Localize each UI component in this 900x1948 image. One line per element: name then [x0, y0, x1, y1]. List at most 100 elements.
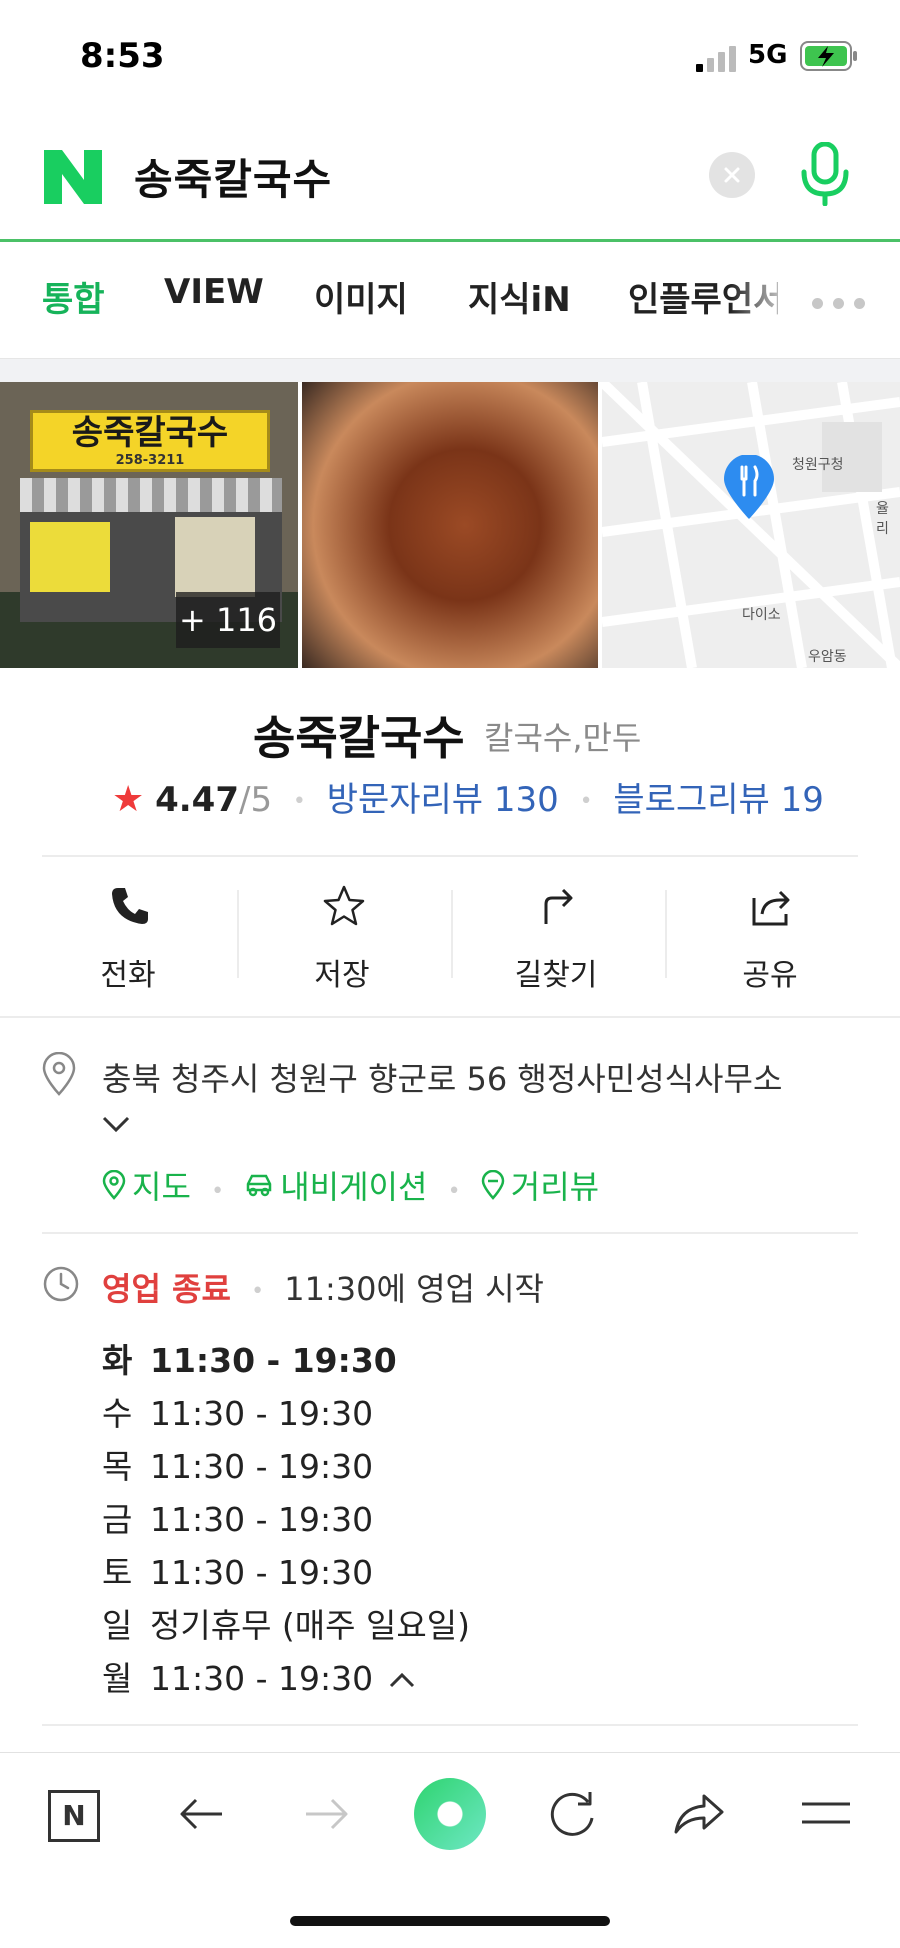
rating-max: /5	[238, 780, 273, 820]
hours-row: 목 11:30 - 19:30	[102, 1440, 373, 1488]
network-type: 5G	[748, 40, 788, 70]
share-arrow-icon[interactable]	[672, 1790, 726, 1836]
hours-day: 일	[102, 1606, 133, 1645]
hours-time: 11:30 - 19:30	[150, 1659, 374, 1698]
street-view-link[interactable]: 거리뷰	[481, 1162, 599, 1208]
car-icon	[246, 1174, 272, 1197]
share-icon	[752, 890, 790, 926]
battery-charging-icon	[800, 41, 857, 71]
hours-day: 목	[102, 1447, 133, 1486]
visitor-reviews-link[interactable]: 방문자리뷰 130	[327, 780, 559, 820]
chevron-down-icon[interactable]	[100, 1112, 132, 1136]
dot-separator: •	[292, 789, 306, 814]
microphone-icon[interactable]	[798, 142, 852, 206]
hours-row: 월 11:30 - 19:30	[102, 1652, 417, 1700]
blog-reviews-link[interactable]: 블로그리뷰 19	[613, 780, 823, 820]
clear-search-button[interactable]	[709, 152, 755, 198]
navigation-link[interactable]: 내비게이션	[244, 1162, 427, 1208]
hours-day: 토	[102, 1553, 133, 1592]
section-divider	[0, 358, 900, 382]
signal-icon	[696, 46, 736, 72]
naver-home-button[interactable]: N	[48, 1790, 100, 1842]
naver-logo-icon[interactable]	[44, 150, 102, 204]
pin-outline-icon	[102, 1170, 126, 1200]
green-dot-button[interactable]	[414, 1778, 486, 1850]
back-arrow-icon[interactable]	[176, 1792, 226, 1836]
map-label: 청원구청	[792, 457, 844, 473]
save-label: 저장	[314, 958, 370, 993]
divider	[42, 1232, 858, 1234]
map-label: 율리	[876, 501, 889, 537]
hours-day: 월	[102, 1659, 133, 1698]
divider	[42, 1724, 858, 1726]
menu-board-shape	[30, 522, 110, 592]
action-separator	[237, 890, 239, 978]
divider	[42, 855, 858, 857]
hours-row: 수 11:30 - 19:30	[102, 1387, 373, 1435]
map-link[interactable]: 지도	[102, 1162, 191, 1208]
reload-icon[interactable]	[548, 1788, 598, 1840]
tab-integrated[interactable]: 통합	[42, 272, 105, 321]
divider	[0, 1016, 900, 1018]
map-label: 우암동	[808, 649, 847, 665]
window-poster-shape	[175, 517, 255, 597]
star-outline-icon	[323, 885, 365, 926]
menu-icon[interactable]	[800, 1800, 852, 1826]
call-button[interactable]: 전화	[28, 858, 228, 1016]
map-pin-icon	[724, 455, 774, 519]
hours-row: 일 정기휴무 (매주 일요일)	[102, 1599, 470, 1647]
hours-row: 화 11:30 - 19:30	[102, 1334, 397, 1382]
address-text: 충북 청주시 청원구 향군로 56 행정사민성식사무소	[102, 1060, 783, 1098]
food-photo[interactable]	[302, 382, 598, 668]
hours-day: 화	[102, 1341, 133, 1380]
awning-shape	[20, 478, 282, 512]
street-view-icon	[481, 1170, 505, 1200]
dot-separator: •	[447, 1178, 461, 1204]
more-photos-badge[interactable]: + 116	[176, 592, 280, 648]
shop-sign: 송죽칼국수 258-3211	[30, 410, 270, 472]
search-input[interactable]: 송죽칼국수	[134, 146, 332, 207]
close-icon	[724, 167, 740, 183]
tab-images[interactable]: 이미지	[314, 272, 408, 321]
map-thumbnail[interactable]	[602, 382, 900, 668]
status-time: 8:53	[80, 36, 165, 76]
clock-icon	[43, 1266, 79, 1302]
save-button[interactable]: 저장	[242, 858, 442, 1016]
address-links: 지도 • 내비게이션 • 거리뷰	[102, 1162, 599, 1208]
place-name: 송죽칼국수	[253, 711, 465, 765]
map-label: 다이소	[742, 607, 781, 623]
dot-separator: •	[251, 1278, 265, 1304]
next-open-text: 11:30에 영업 시작	[284, 1270, 544, 1308]
shop-sign-name: 송죽칼국수	[71, 413, 229, 453]
more-tabs-icon[interactable]	[812, 294, 875, 313]
dot-separator: •	[579, 789, 593, 814]
dot-separator: •	[211, 1178, 225, 1204]
share-button[interactable]: 공유	[670, 858, 870, 1016]
star-icon: ★	[112, 779, 145, 820]
status-bar: 8:53 5G	[0, 0, 900, 112]
phone-icon	[112, 888, 148, 924]
directions-icon	[544, 888, 573, 924]
hours-time: 11:30 - 19:30	[150, 1394, 374, 1433]
business-status: 영업 종료 • 11:30에 영업 시작	[102, 1264, 544, 1310]
call-label: 전화	[100, 958, 156, 993]
hours-time: 정기휴무 (매주 일요일)	[150, 1606, 470, 1645]
tab-fade	[730, 250, 800, 350]
hours-time: 11:30 - 19:30	[150, 1553, 374, 1592]
hours-time: 11:30 - 19:30	[150, 1341, 397, 1380]
hours-row: 금 11:30 - 19:30	[102, 1493, 373, 1541]
action-separator	[665, 890, 667, 978]
forward-arrow-icon[interactable]	[302, 1792, 352, 1836]
hours-day: 수	[102, 1394, 133, 1433]
place-category: 칼국수,만두	[484, 719, 642, 757]
map-link-label: 지도	[132, 1168, 191, 1206]
tab-knowledge-in[interactable]: 지식iN	[468, 272, 571, 321]
street-view-link-label: 거리뷰	[510, 1168, 600, 1206]
tab-view[interactable]: VIEW	[164, 272, 264, 312]
directions-button[interactable]: 길찾기	[456, 858, 656, 1016]
rating-row: ★ 4.47/5 • 방문자리뷰 130 • 블로그리뷰 19	[112, 772, 824, 821]
rating-score: 4.47	[155, 780, 239, 820]
directions-label: 길찾기	[514, 958, 598, 993]
collapse-hours-icon[interactable]	[387, 1670, 417, 1692]
map-roads	[602, 382, 900, 668]
